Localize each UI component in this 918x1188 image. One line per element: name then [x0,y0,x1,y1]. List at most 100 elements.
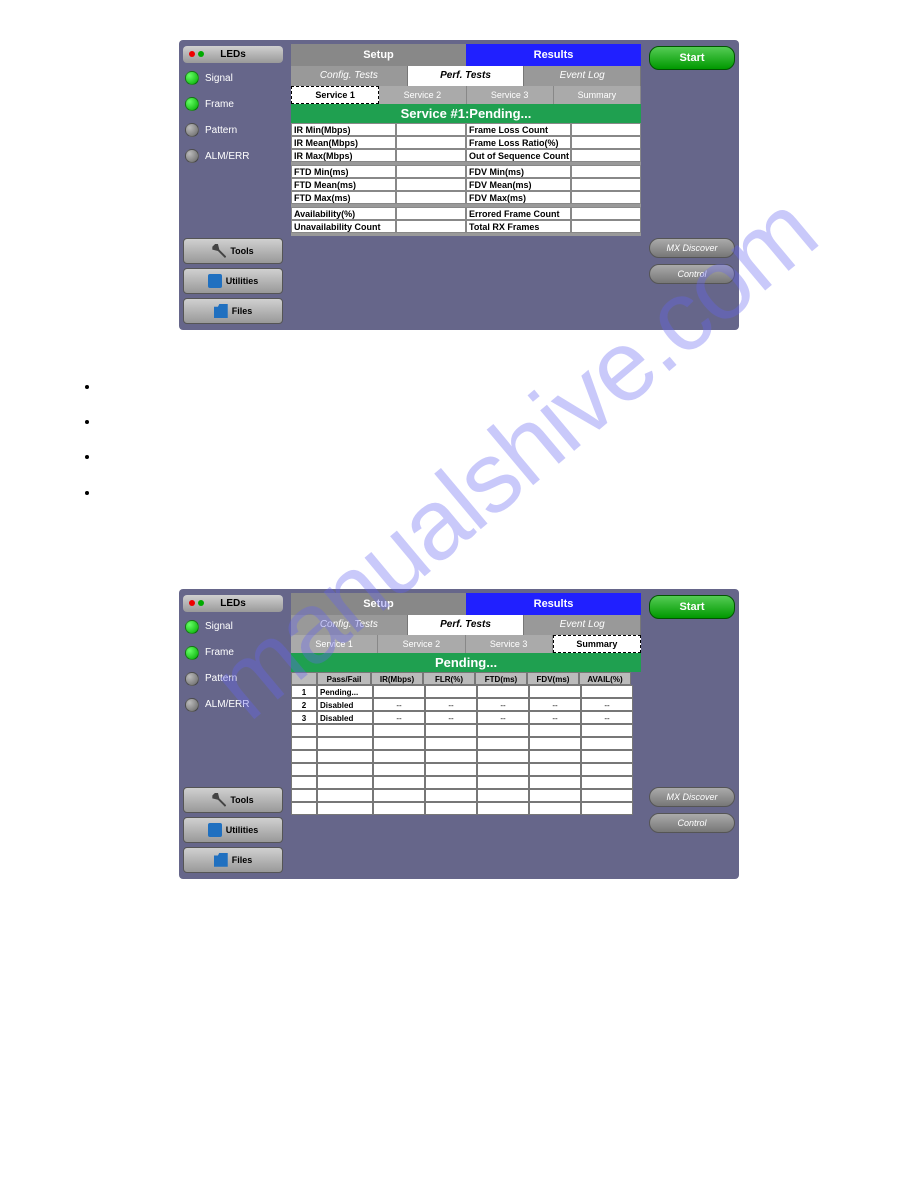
tools-icon [212,793,226,807]
row-index [291,763,317,776]
metrics-group: IR Min(Mbps)IR Mean(Mbps)IR Max(Mbps)Fra… [291,123,641,165]
mx-discover-button[interactable]: MX Discover [649,238,735,258]
tab-config-tests[interactable]: Config. Tests [291,66,408,86]
files-button[interactable]: Files [183,847,283,873]
leds-button[interactable]: LEDs [183,595,283,612]
data-cell [581,763,633,776]
tab-service-2[interactable]: Service 2 [378,635,465,653]
control-button[interactable]: Control [649,264,735,284]
table-row [291,776,641,789]
metrics-group: FTD Min(ms)FTD Mean(ms)FTD Max(ms)FDV Mi… [291,165,641,207]
pass-fail-cell [317,724,373,737]
led-green-icon [185,646,199,660]
data-cell [477,802,529,815]
tab-event-log[interactable]: Event Log [524,615,641,635]
utilities-button[interactable]: Utilities [183,817,283,843]
files-button[interactable]: Files [183,298,283,324]
tab-summary[interactable]: Summary [554,86,641,104]
data-cell: -- [477,698,529,711]
tab-setup[interactable]: Setup [291,44,466,66]
sidebar: LEDs Signal Frame Pattern ALM/ERR Tools … [179,589,287,879]
data-cell [373,685,425,698]
tab-service-2[interactable]: Service 2 [379,86,466,104]
metric-value [396,149,466,162]
led-gray-icon [185,149,199,163]
sub-tabs: Config. Tests Perf. Tests Event Log [291,615,641,635]
utilities-button[interactable]: Utilities [183,268,283,294]
metric-row: FTD Max(ms) [291,191,466,204]
data-cell [529,763,581,776]
metric-row: FTD Mean(ms) [291,178,466,191]
service-tabs: Service 1 Service 2 Service 3 Summary [291,86,641,104]
tab-perf-tests[interactable]: Perf. Tests [408,615,525,635]
right-column: Start MX Discover Control [645,40,739,330]
tab-results[interactable]: Results [466,44,641,66]
files-icon [214,304,228,318]
metric-label: FDV Max(ms) [466,191,571,204]
data-cell: -- [529,698,581,711]
data-cell [529,750,581,763]
metric-label: FDV Mean(ms) [466,178,571,191]
mx-discover-button[interactable]: MX Discover [649,787,735,807]
tools-button[interactable]: Tools [183,238,283,264]
metric-value [571,149,641,162]
status-banner: Service #1:Pending... [291,104,641,123]
tab-service-3[interactable]: Service 3 [466,635,553,653]
metric-label: Frame Loss Count [466,123,571,136]
tab-service-3[interactable]: Service 3 [467,86,554,104]
table-row: 2Disabled---------- [291,698,641,711]
column-header: FDV(ms) [527,672,579,685]
metric-row: Errored Frame Count [466,207,641,220]
tab-perf-tests[interactable]: Perf. Tests [408,66,525,86]
column-header: Pass/Fail [317,672,371,685]
metric-label: Unavailability Count [291,220,396,233]
pass-fail-cell: Disabled [317,711,373,724]
led-gray-icon [185,672,199,686]
tab-service-1[interactable]: Service 1 [291,86,379,104]
service-tabs: Service 1 Service 2 Service 3 Summary [291,635,641,653]
main-area: Setup Results Config. Tests Perf. Tests … [287,40,645,330]
start-button[interactable]: Start [649,46,735,70]
metric-row: IR Mean(Mbps) [291,136,466,149]
data-cell [425,750,477,763]
data-cell [373,750,425,763]
metric-label: IR Max(Mbps) [291,149,396,162]
data-cell [477,724,529,737]
metric-value [571,207,641,220]
row-index: 1 [291,685,317,698]
data-cell [477,685,529,698]
data-cell [425,802,477,815]
data-cell [373,724,425,737]
tab-event-log[interactable]: Event Log [524,66,641,86]
metric-label: Frame Loss Ratio(%) [466,136,571,149]
metric-label: Total RX Frames [466,220,571,233]
data-cell [425,763,477,776]
metric-row: Total RX Frames [466,220,641,233]
tab-config-tests[interactable]: Config. Tests [291,615,408,635]
tab-summary[interactable]: Summary [553,635,641,653]
metric-value [396,165,466,178]
tab-service-1[interactable]: Service 1 [291,635,378,653]
top-tabs: Setup Results [291,44,641,66]
metric-label: Availability(%) [291,207,396,220]
sub-tabs: Config. Tests Perf. Tests Event Log [291,66,641,86]
metric-label: FDV Min(ms) [466,165,571,178]
data-cell [581,789,633,802]
start-button[interactable]: Start [649,595,735,619]
table-header-row: Pass/FailIR(Mbps)FLR(%)FTD(ms)FDV(ms)AVA… [291,672,641,685]
document-text-area [0,330,918,549]
metric-value [396,136,466,149]
data-cell [425,685,477,698]
pass-fail-cell [317,789,373,802]
control-button[interactable]: Control [649,813,735,833]
tab-results[interactable]: Results [466,593,641,615]
metric-row: Frame Loss Count [466,123,641,136]
data-cell [581,802,633,815]
tools-button[interactable]: Tools [183,787,283,813]
tab-setup[interactable]: Setup [291,593,466,615]
data-cell [477,737,529,750]
leds-button[interactable]: LEDs [183,46,283,63]
right-column: Start MX Discover Control [645,589,739,879]
metric-label: Errored Frame Count [466,207,571,220]
data-cell: -- [373,698,425,711]
